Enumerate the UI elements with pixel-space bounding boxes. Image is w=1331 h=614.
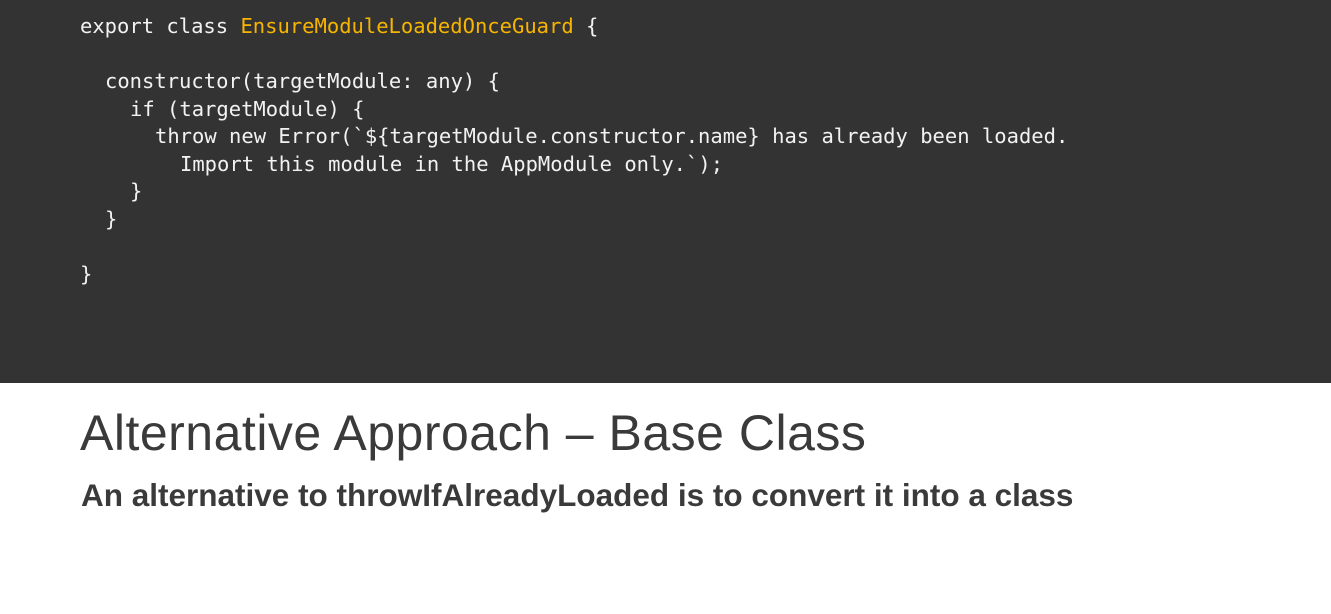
slide: export class EnsureModuleLoadedOnceGuard… bbox=[0, 0, 1331, 614]
code-line-throw: throw new Error(`${targetModule.construc… bbox=[155, 124, 1069, 148]
code-line-constructor: constructor(targetModule: any) { bbox=[105, 69, 500, 93]
code-line-import-message: Import this module in the AppModule only… bbox=[180, 152, 724, 176]
code-line-close-if: } bbox=[130, 179, 143, 203]
class-name: EnsureModuleLoadedOnceGuard bbox=[240, 14, 574, 38]
code-panel: export class EnsureModuleLoadedOnceGuard… bbox=[0, 0, 1331, 383]
code-line-close-class: } bbox=[80, 262, 93, 286]
code-keywords: export class bbox=[80, 14, 241, 38]
code-line-close-constructor: } bbox=[105, 207, 118, 231]
code-line-class-declaration: export class EnsureModuleLoadedOnceGuard… bbox=[80, 12, 598, 40]
slide-subtitle: An alternative to throwIfAlreadyLoaded i… bbox=[81, 477, 1074, 513]
code-open-brace: { bbox=[573, 14, 599, 38]
code-line-if: if (targetModule) { bbox=[130, 97, 365, 121]
slide-title: Alternative Approach – Base Class bbox=[80, 405, 867, 461]
